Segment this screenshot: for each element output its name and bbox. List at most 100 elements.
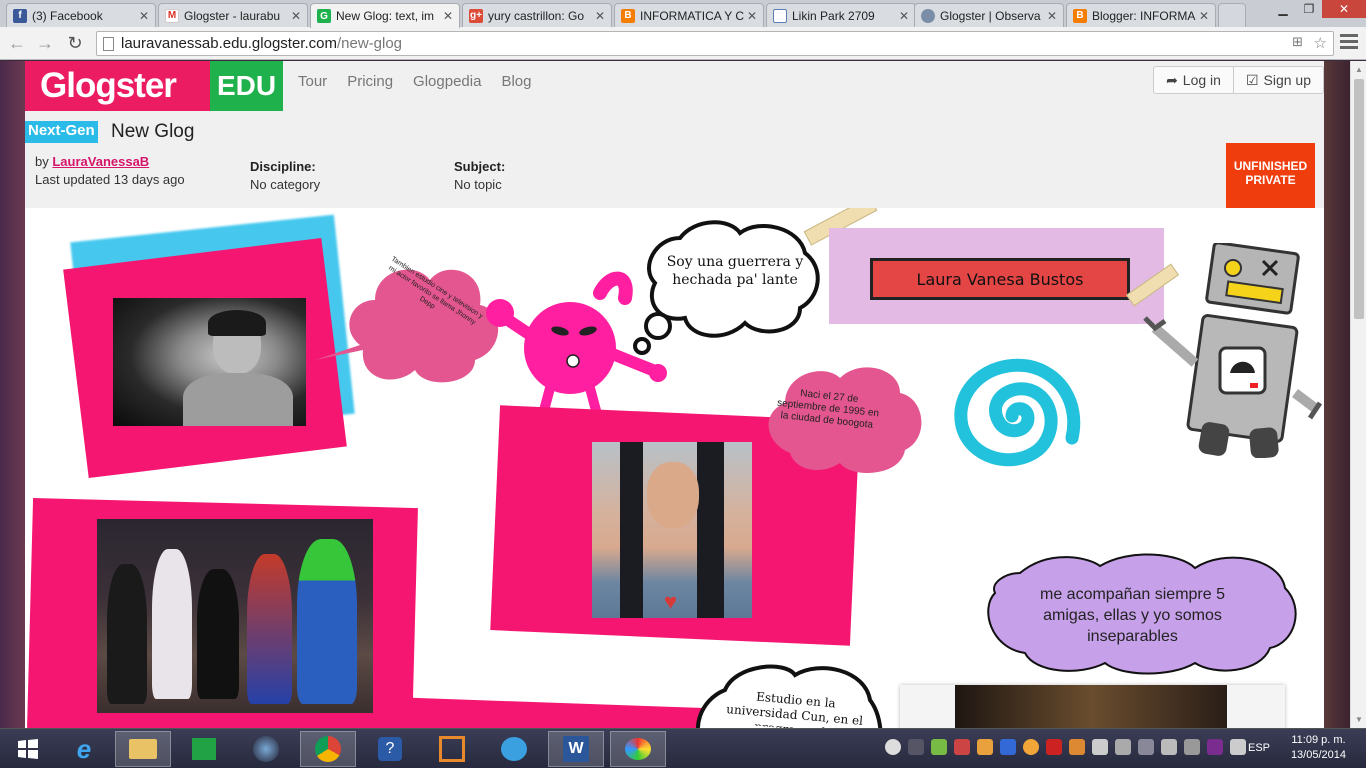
- next-gen-badge: Next-Gen: [25, 121, 98, 143]
- photo-face: [647, 462, 699, 528]
- windows-store-icon[interactable]: [176, 731, 232, 767]
- scroll-down-icon[interactable]: ▼: [1355, 715, 1363, 724]
- signal-icon[interactable]: [1115, 739, 1131, 755]
- cloud-icon[interactable]: [885, 739, 901, 755]
- tab-blogger-informa[interactable]: B Blogger: INFORMA ✕: [1066, 3, 1216, 27]
- glogster-edu-logo[interactable]: Glogster EDU: [25, 61, 283, 111]
- tab-label: Glogster - laurabu: [184, 8, 281, 23]
- status-unfinished: UNFINISHED: [1233, 159, 1308, 173]
- bottom-right-photo: [955, 685, 1227, 728]
- update-icon[interactable]: [1023, 739, 1039, 755]
- tab-label: Glogster | Observa: [940, 8, 1041, 23]
- sync-icon[interactable]: [1184, 739, 1200, 755]
- battery-icon[interactable]: [1092, 739, 1108, 755]
- system-clock[interactable]: 11:09 p. m. 13/05/2014: [1291, 733, 1346, 763]
- onenote-icon[interactable]: [1207, 739, 1223, 755]
- logo-edu: EDU: [210, 61, 283, 111]
- scroll-up-icon[interactable]: ▲: [1355, 65, 1363, 74]
- tab-label: Blogger: INFORMA: [1092, 8, 1196, 23]
- app-tray-icon[interactable]: [931, 739, 947, 755]
- login-button[interactable]: ➦ Log in: [1154, 67, 1233, 93]
- photo-hair-shape: [208, 310, 266, 336]
- close-icon[interactable]: ✕: [745, 9, 759, 23]
- signup-button[interactable]: ☑ Sign up: [1232, 67, 1323, 93]
- photos-icon[interactable]: [486, 731, 542, 767]
- close-window-icon[interactable]: ✕: [1322, 0, 1366, 18]
- system-tray: [885, 739, 1246, 755]
- tab-label: INFORMATICA Y C: [640, 8, 745, 23]
- network-icon[interactable]: [908, 739, 924, 755]
- tab-facebook[interactable]: f (3) Facebook ✕: [6, 3, 156, 27]
- help-icon[interactable]: ?: [362, 731, 418, 767]
- person-4: [247, 554, 292, 704]
- back-arrow-icon[interactable]: ←: [6, 32, 28, 54]
- close-icon[interactable]: ✕: [1045, 9, 1059, 23]
- language-indicator[interactable]: ESP: [1248, 742, 1270, 754]
- reload-icon[interactable]: ↻: [64, 32, 86, 54]
- translate-icon[interactable]: ⊞: [1292, 34, 1303, 50]
- office-tray-icon[interactable]: [954, 739, 970, 755]
- bluetooth-icon[interactable]: [1000, 739, 1016, 755]
- office-icon[interactable]: [424, 731, 480, 767]
- forward-arrow-icon[interactable]: →: [34, 32, 56, 54]
- login-arrow-icon: ➦: [1166, 71, 1178, 88]
- page-scrollbar[interactable]: ▲ ▼: [1350, 61, 1366, 728]
- tab-google-plus[interactable]: g+ yury castrillon: Go ✕: [462, 3, 612, 27]
- chrome-menu-icon[interactable]: [1340, 34, 1358, 52]
- page-viewport: Glogster EDU Tour Pricing Glogpedia Blog…: [0, 61, 1350, 728]
- scrollbar-thumb[interactable]: [1354, 79, 1364, 319]
- nav-glogpedia[interactable]: Glogpedia: [413, 73, 481, 90]
- heart-icon: ♥: [664, 589, 678, 614]
- tab-likin-park[interactable]: Likin Park 2709 ✕: [766, 3, 916, 27]
- person-2: [152, 549, 192, 699]
- pink-photo-frame-bottom: [409, 697, 711, 728]
- paint-icon[interactable]: [610, 731, 666, 767]
- new-tab-button[interactable]: [1218, 3, 1246, 27]
- word-icon[interactable]: W: [548, 731, 604, 767]
- tab-blogger-informatica[interactable]: B INFORMATICA Y C ✕: [614, 3, 764, 27]
- windows-taskbar: e ? W ESP 11:09 p. m. 13/05/2014: [0, 728, 1366, 768]
- nav-pricing[interactable]: Pricing: [347, 73, 393, 90]
- blogger-icon: B: [621, 8, 635, 23]
- nav-tour[interactable]: Tour: [298, 73, 327, 90]
- tray-app-icon[interactable]: [1069, 739, 1085, 755]
- close-icon[interactable]: ✕: [897, 9, 911, 23]
- volume-icon[interactable]: [1161, 739, 1177, 755]
- maximize-icon[interactable]: ❐: [1296, 0, 1322, 18]
- blue-spiral-decoration: [954, 358, 1081, 467]
- file-explorer-icon[interactable]: [115, 731, 171, 767]
- author-link[interactable]: LauraVanessaB: [52, 154, 149, 169]
- tab-glogster-observa[interactable]: Glogster | Observa ✕: [914, 3, 1064, 27]
- tray-icon[interactable]: [977, 739, 993, 755]
- status-private: PRIVATE: [1245, 173, 1296, 187]
- nav-blog[interactable]: Blog: [501, 73, 531, 90]
- person-5: [297, 539, 357, 704]
- tab-gmail[interactable]: M Glogster - laurabu ✕: [158, 3, 308, 27]
- speaker-icon[interactable]: [1230, 739, 1246, 755]
- close-icon[interactable]: ✕: [1197, 9, 1211, 23]
- tab-new-glog[interactable]: G New Glog: text, im ✕: [310, 3, 460, 28]
- media-player-icon[interactable]: [238, 731, 294, 767]
- internet-explorer-icon[interactable]: e: [56, 731, 112, 767]
- bookmark-star-icon[interactable]: ☆: [1314, 34, 1327, 52]
- friends-group-photo: [97, 519, 373, 713]
- bubble-warrior-text: Soy una guerrera y hechada pa' lante: [666, 254, 804, 288]
- minimize-icon[interactable]: ▁: [1270, 0, 1296, 18]
- name-sign: Laura Vanesa Bustos: [870, 258, 1130, 300]
- tab-label: New Glog: text, im: [336, 9, 435, 23]
- acrobat-icon[interactable]: [1046, 739, 1062, 755]
- discipline-label: Discipline:: [250, 159, 316, 174]
- close-icon[interactable]: ✕: [441, 9, 455, 23]
- close-icon[interactable]: ✕: [593, 9, 607, 23]
- address-bar[interactable]: lauravanessab.edu.glogster.com/new-glog …: [96, 31, 1334, 56]
- person-1: [107, 564, 147, 704]
- windows-start-icon[interactable]: [0, 731, 56, 767]
- settings-icon: [921, 8, 935, 23]
- login-label: Log in: [1182, 72, 1221, 88]
- signup-label: Sign up: [1263, 72, 1311, 88]
- device-icon[interactable]: [1138, 739, 1154, 755]
- author-info: by LauraVanessaB Last updated 13 days ag…: [35, 153, 185, 189]
- close-icon[interactable]: ✕: [137, 9, 151, 23]
- close-icon[interactable]: ✕: [289, 9, 303, 23]
- chrome-icon[interactable]: [300, 731, 356, 767]
